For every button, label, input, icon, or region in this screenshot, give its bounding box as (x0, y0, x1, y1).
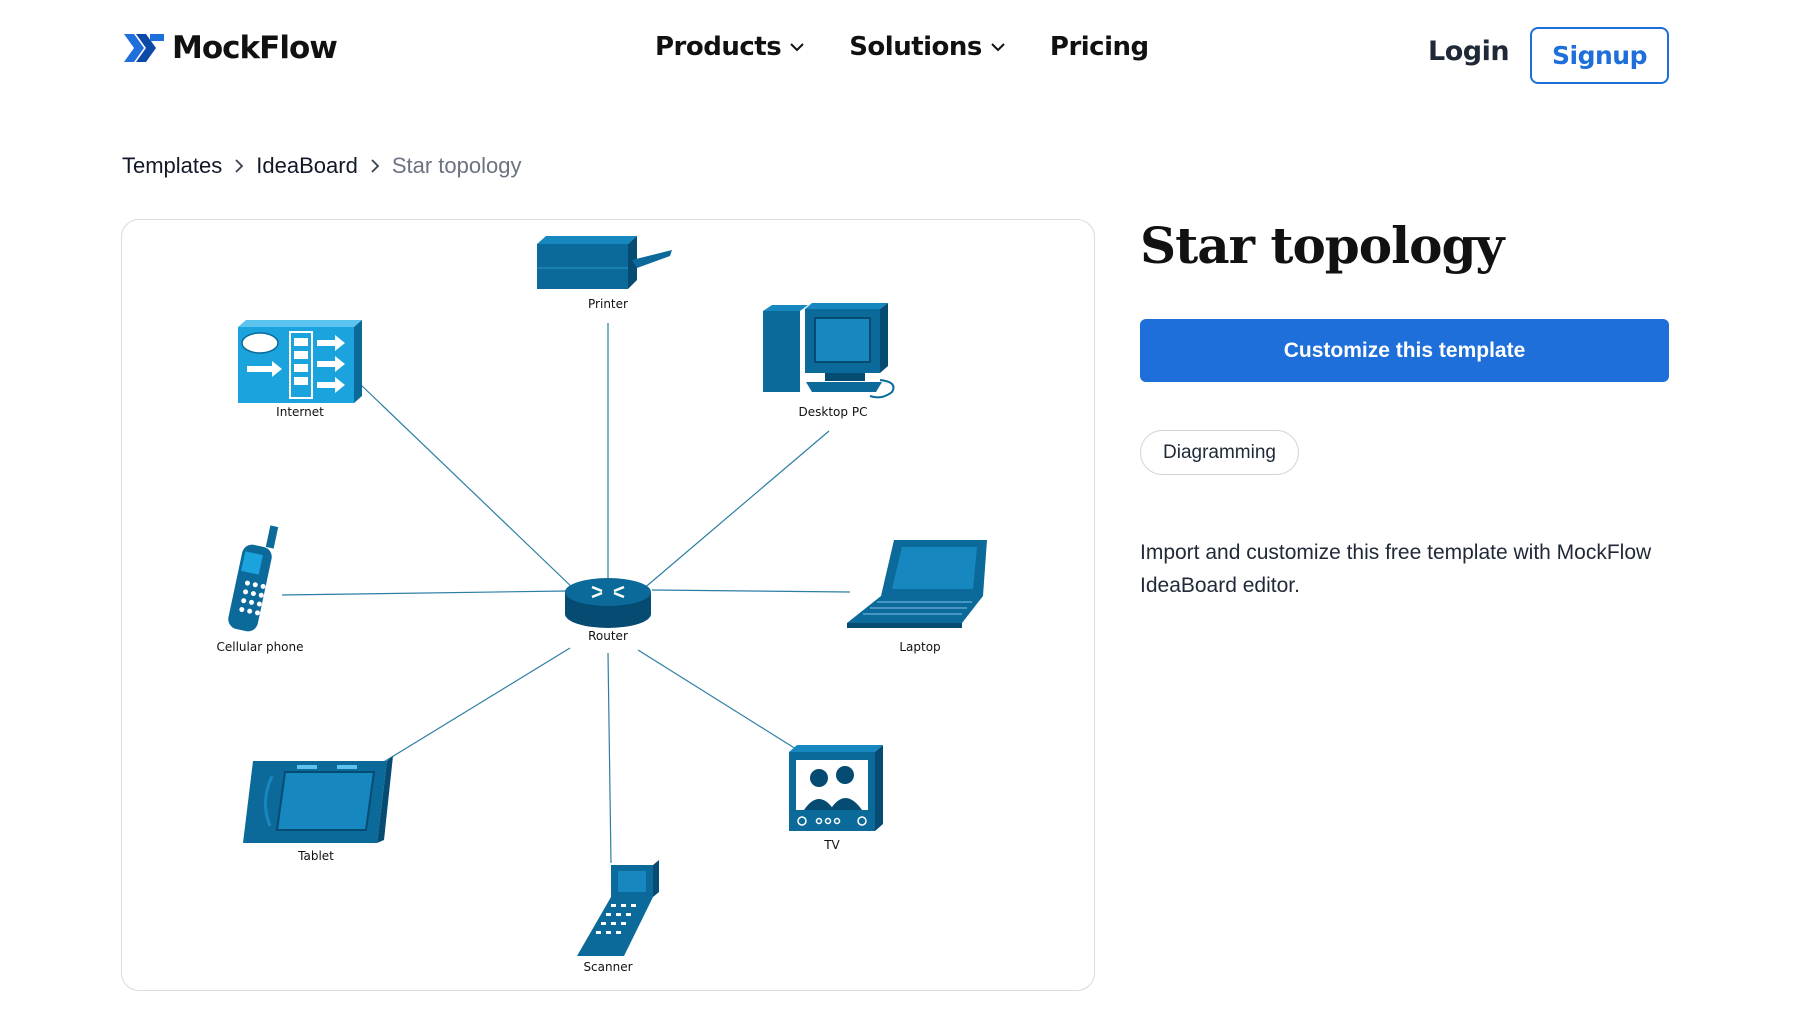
template-description: Import and customize this free template … (1140, 541, 1652, 597)
laptop-label: Laptop (899, 640, 940, 654)
breadcrumb-ideaboard[interactable]: IdeaBoard (256, 153, 358, 179)
laptop-icon (847, 540, 987, 628)
internet-label: Internet (276, 405, 324, 419)
customize-template-button[interactable]: Customize this template (1140, 319, 1669, 382)
site-header: MockFlow Products Solutions Pricing Logi… (0, 0, 1812, 110)
nav-products[interactable]: Products (655, 32, 805, 62)
link-tv (637, 649, 805, 755)
nav-products-label: Products (655, 32, 782, 62)
chevron-down-icon (790, 43, 804, 52)
signup-button[interactable]: Signup (1530, 27, 1669, 84)
chevron-right-icon (370, 159, 380, 173)
category-tag[interactable]: Diagramming (1140, 430, 1299, 475)
tablet-icon (243, 756, 393, 843)
nav-pricing[interactable]: Pricing (1050, 32, 1149, 62)
router-label: Router (588, 629, 628, 643)
desktop-pc-label: Desktop PC (799, 405, 868, 419)
scanner-label: Scanner (583, 960, 632, 974)
logo-text: MockFlow (172, 30, 338, 66)
star-topology-diagram: Router Printer Desktop PC Internet Cellu… (216, 236, 987, 974)
link-phone (281, 590, 568, 596)
template-preview[interactable]: Router Printer Desktop PC Internet Cellu… (121, 219, 1095, 991)
nav-solutions[interactable]: Solutions (849, 32, 1006, 62)
scanner-icon (577, 860, 659, 956)
tv-label: TV (823, 838, 840, 852)
desktop-pc-icon (763, 303, 895, 399)
router-icon (565, 578, 651, 628)
tv-icon (789, 745, 883, 831)
page-title: Star topology (1140, 216, 1504, 275)
cellular-phone-icon (228, 525, 279, 632)
mockflow-logo[interactable]: MockFlow (124, 30, 338, 66)
printer-label: Printer (588, 297, 628, 311)
mockflow-logo-icon (124, 34, 164, 62)
breadcrumb-templates[interactable]: Templates (122, 153, 222, 179)
breadcrumb-current: Star topology (391, 153, 522, 178)
link-laptop (651, 589, 851, 593)
link-scanner (607, 652, 612, 864)
link-internet (359, 383, 576, 591)
chevron-right-icon (234, 159, 244, 173)
tablet-label: Tablet (297, 849, 334, 863)
login-link[interactable]: Login (1428, 36, 1510, 67)
chevron-down-icon (991, 43, 1005, 52)
nav-pricing-label: Pricing (1049, 32, 1149, 62)
main-nav: Products Solutions Pricing (655, 32, 1193, 62)
printer-icon (537, 236, 672, 289)
cellular-phone-label: Cellular phone (216, 640, 303, 654)
nav-solutions-label: Solutions (849, 32, 982, 62)
internet-icon (238, 320, 362, 403)
link-desktop (641, 430, 830, 591)
link-tablet (381, 647, 571, 764)
breadcrumb: Templates IdeaBoard Star topology (122, 153, 521, 179)
